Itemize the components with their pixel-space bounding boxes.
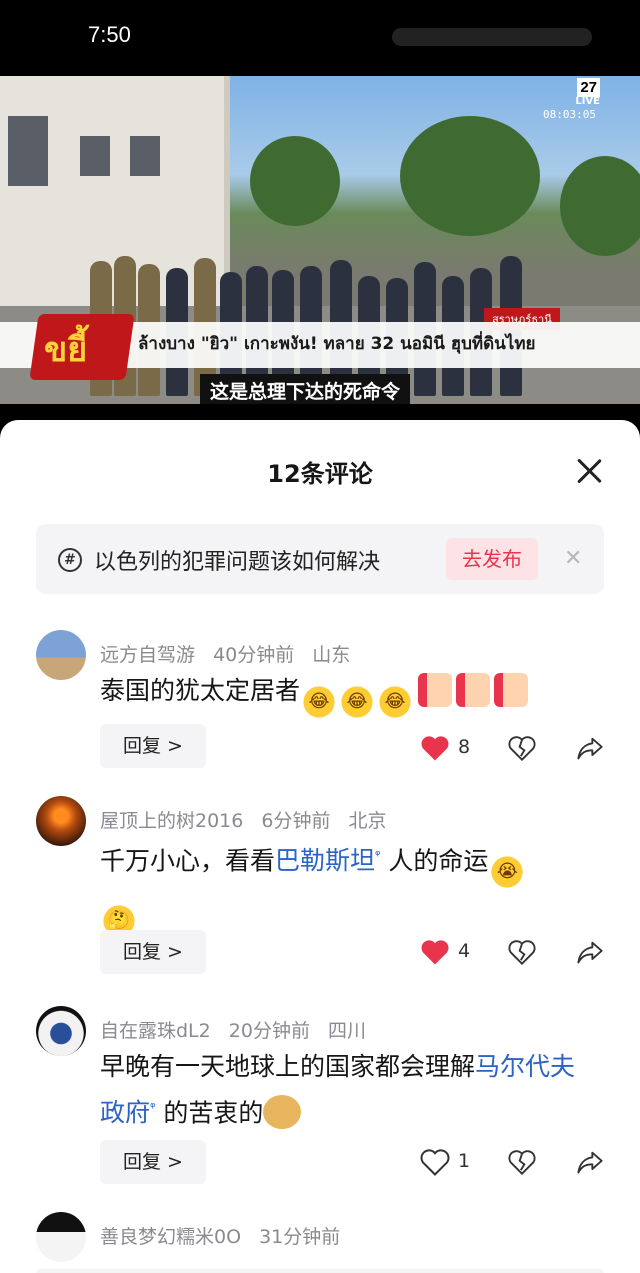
comment-meta: 自在露珠dL2 20分钟前 四川 bbox=[100, 1016, 378, 1043]
live-label: LIVE bbox=[575, 96, 600, 107]
share-icon[interactable] bbox=[576, 938, 604, 966]
close-icon[interactable] bbox=[574, 456, 604, 486]
share-icon[interactable] bbox=[576, 1148, 604, 1176]
comment-body: 人的命运 bbox=[380, 846, 489, 876]
video-player[interactable]: 27 LIVE 08:03:05 สุราษฎร์ธานี ขยี้ ล้างบ… bbox=[0, 76, 640, 404]
comment-meta: 屋顶上的树2016 6分钟前 北京 bbox=[100, 806, 399, 833]
comment-username[interactable]: 自在露珠dL2 bbox=[100, 1020, 211, 1042]
channel-number: 27 bbox=[577, 78, 600, 97]
tree-illustration bbox=[250, 136, 340, 226]
laughing-emoji-icon: 😂 bbox=[338, 685, 377, 719]
comment-meta: 远方自驾游 40分钟前 山东 bbox=[100, 640, 362, 667]
comment-input-bar[interactable] bbox=[36, 1269, 604, 1273]
dislike-icon[interactable] bbox=[508, 1148, 536, 1176]
tree-illustration bbox=[560, 156, 640, 256]
comment-time: 31分钟前 bbox=[259, 1226, 341, 1248]
doge-emoji-icon bbox=[263, 1095, 302, 1130]
tree-illustration bbox=[400, 116, 540, 236]
like-heart-icon[interactable] bbox=[420, 1148, 450, 1176]
comment-meta: 善良梦幻糯米0O 31分钟前 bbox=[100, 1222, 352, 1249]
reply-button[interactable]: 回复 > bbox=[100, 1140, 206, 1184]
comment-time: 20分钟前 bbox=[228, 1020, 310, 1042]
comment-body: 早晚有一天地球上的国家都会理解 bbox=[100, 1052, 476, 1081]
program-logo-text: ขยี้ bbox=[44, 331, 88, 369]
comments-sheet: 12条评论 # 以色列的犯罪问题该如何解决 去发布 ✕ 远方自驾游 40分钟前 … bbox=[0, 420, 640, 1273]
thumbs-up-emoji-icon bbox=[456, 673, 491, 707]
topic-text: 以色列的犯罪问题该如何解决 bbox=[94, 550, 381, 575]
comment-username[interactable]: 善良梦幻糯米0O bbox=[100, 1226, 241, 1248]
video-headline: ล้างบาง "ยิว" เกาะพงัน! ทลาย 32 นอมินี ฮ… bbox=[138, 334, 536, 354]
thumbs-up-emoji-icon bbox=[494, 673, 529, 707]
like-count: 4 bbox=[458, 940, 471, 962]
like-count: 8 bbox=[458, 736, 471, 758]
hashtag-icon: # bbox=[58, 548, 82, 572]
comment-text: 千万小心，看看巴勒斯坦ᵠ 人的命运 😭 🤔 bbox=[100, 836, 600, 939]
laughing-emoji-icon: 😂 bbox=[376, 685, 415, 719]
avatar[interactable] bbox=[36, 1006, 86, 1056]
laughing-emoji-icon: 😂 bbox=[300, 685, 339, 719]
comment-location: 北京 bbox=[348, 810, 387, 832]
comment-body: 的苦衷的 bbox=[155, 1098, 264, 1128]
comments-title: 12条评论 bbox=[267, 460, 373, 488]
dismiss-icon[interactable]: ✕ bbox=[564, 546, 582, 571]
status-icons bbox=[392, 28, 592, 46]
dislike-icon[interactable] bbox=[508, 938, 536, 966]
comment-body: 千万小心，看看 bbox=[100, 846, 276, 876]
avatar[interactable] bbox=[36, 1212, 86, 1262]
like-heart-icon[interactable] bbox=[420, 734, 450, 762]
comment-text: 早晚有一天地球上的国家都会理解马尔代夫政府ᵠ 的苦衷的 bbox=[100, 1046, 600, 1134]
like-heart-icon[interactable] bbox=[420, 938, 450, 966]
topic-suggestion[interactable]: # 以色列的犯罪问题该如何解决 去发布 ✕ bbox=[36, 524, 604, 594]
avatar[interactable] bbox=[36, 630, 86, 680]
reply-button[interactable]: 回复 > bbox=[100, 724, 206, 768]
video-timecode: 08:03:05 bbox=[543, 108, 596, 121]
share-icon[interactable] bbox=[576, 734, 604, 762]
comment-username[interactable]: 屋顶上的树2016 bbox=[100, 810, 243, 832]
status-time: 7:50 bbox=[88, 22, 131, 47]
comment-text: 泰国的犹太定居者 😂 😂 😂 bbox=[100, 670, 600, 719]
topic-link[interactable]: 巴勒斯坦ᵠ bbox=[275, 846, 380, 875]
comment-location: 山东 bbox=[312, 644, 351, 666]
channel-logo: 27 LIVE bbox=[544, 78, 600, 107]
avatar[interactable] bbox=[36, 796, 86, 846]
thumbs-up-emoji-icon bbox=[418, 673, 453, 707]
reply-button[interactable]: 回复 > bbox=[100, 930, 206, 974]
like-count: 1 bbox=[458, 1150, 471, 1172]
video-subtitle: 这是总理下达的死命令 bbox=[200, 374, 411, 404]
comment-body: 泰国的犹太定居者 bbox=[100, 676, 301, 705]
comment-time: 6分钟前 bbox=[261, 810, 331, 832]
dislike-icon[interactable] bbox=[508, 734, 536, 762]
status-bar: 7:50 bbox=[0, 0, 640, 76]
crying-emoji-icon: 😭 bbox=[488, 855, 527, 890]
comment-username[interactable]: 远方自驾游 bbox=[100, 644, 195, 666]
comment-time: 40分钟前 bbox=[213, 644, 295, 666]
publish-button[interactable]: 去发布 bbox=[446, 538, 538, 580]
comment-location: 四川 bbox=[328, 1020, 367, 1042]
